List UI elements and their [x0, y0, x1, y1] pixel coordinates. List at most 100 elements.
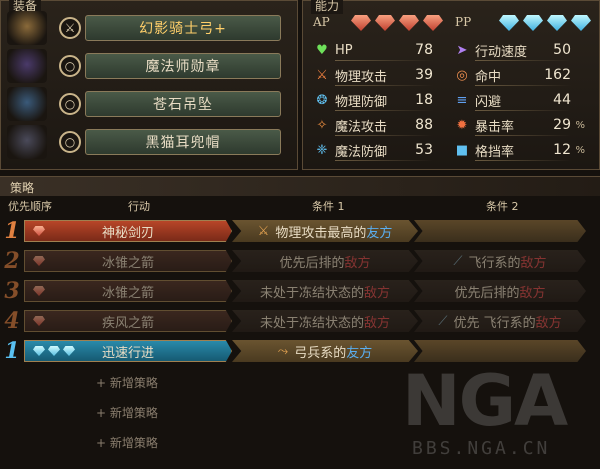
stat-label: 闪避: [475, 94, 502, 110]
condition-2-slot[interactable]: ⟋ 优先 飞行系的 敌方: [414, 310, 586, 332]
equipment-name: 黑猫耳兜帽: [85, 129, 281, 155]
header-priority: 优先顺序: [8, 200, 52, 213]
stat-value: 18: [415, 92, 433, 108]
stats-panel: 能力 AP PP ♥ HP 78 ➤ 行动速度 50 ⚔ 物理攻击 39 ◎ 命中 162 ❂ 物理防御 1…: [302, 0, 600, 170]
condition-1-target: 友方: [346, 345, 373, 361]
condition-1-text: 未处于冻结状态的: [259, 315, 364, 331]
heart-icon: ♥: [316, 42, 328, 58]
condition-2-slot[interactable]: ⟋ 飞行系的 敌方: [414, 250, 586, 272]
header-cond1: 条件 1: [312, 200, 345, 213]
stat-left-1: ⚔ 物理攻击 39: [313, 64, 433, 86]
stats-title: 能力: [311, 0, 344, 14]
stat-left-4: ❈ 魔法防御 53: [313, 139, 433, 161]
hood-image-icon: [7, 125, 47, 159]
stat-unit: %: [575, 144, 585, 156]
priority-number: 2: [4, 248, 20, 274]
stat-divider: [335, 160, 433, 161]
pendant-image-icon: [7, 87, 47, 121]
equipment-slot[interactable]: ○ 魔法师勋章: [7, 49, 285, 83]
stat-label: 魔法防御: [335, 144, 388, 160]
wing-icon: ⟋: [438, 313, 448, 329]
condition-2-target: 敌方: [520, 255, 547, 271]
condition-2-text: 优先 飞行系的: [453, 315, 536, 331]
strategy-row[interactable]: 3 冰锥之箭 未处于冻结状态的 敌方 优先后排的 敌方: [0, 278, 600, 304]
evade-icon: ≡: [456, 92, 468, 108]
stat-label: 暴击率: [475, 119, 515, 135]
stat-right-2: ≡ 闪避 44: [453, 89, 571, 111]
condition-2-target: 敌方: [535, 315, 562, 331]
ap-gem-icon: [351, 15, 371, 31]
strategy-row[interactable]: 1 神秘剑刃 ⚔ 物理攻击最高的 友方: [0, 218, 600, 244]
stat-value: 88: [415, 117, 433, 133]
condition-1-slot[interactable]: ⚔ 物理攻击最高的 友方: [232, 220, 418, 242]
equipment-name: 苍石吊坠: [85, 91, 281, 117]
add-strategy-button[interactable]: + 新增策略: [96, 434, 158, 451]
stat-label: 格挡率: [475, 144, 515, 160]
ring-icon: ○: [59, 93, 81, 115]
equipment-slot[interactable]: ○ 黑猫耳兜帽: [7, 125, 285, 159]
strategy-row[interactable]: 2 冰锥之箭 优先后排的 敌方 ⟋ 飞行系的 敌方: [0, 248, 600, 274]
stat-value: 162: [544, 67, 571, 83]
stat-label: HP: [335, 42, 353, 58]
condition-1-slot[interactable]: 未处于冻结状态的 敌方: [232, 310, 418, 332]
condition-2-target: 敌方: [519, 285, 546, 301]
condition-2-slot[interactable]: [414, 340, 586, 362]
ring-icon: ○: [59, 131, 81, 153]
ring-icon: ○: [59, 55, 81, 77]
watermark-logo: NGA: [402, 360, 568, 442]
add-strategy-button[interactable]: + 新增策略: [96, 374, 158, 391]
equipment-slot[interactable]: ⚔ 幻影骑士弓+: [7, 11, 285, 45]
action-slot[interactable]: 冰锥之箭: [24, 280, 232, 302]
equipment-slot[interactable]: ○ 苍石吊坠: [7, 87, 285, 121]
condition-2-slot[interactable]: 优先后排的 敌方: [414, 280, 586, 302]
action-slot[interactable]: 冰锥之箭: [24, 250, 232, 272]
stat-label: 物理防御: [335, 94, 388, 110]
stat-right-3: ✹ 暴击率 29%: [453, 114, 585, 136]
strategy-title: 策略: [10, 181, 35, 195]
condition-1-target: 敌方: [364, 315, 391, 331]
condition-1-slot[interactable]: ⤳ 弓兵系的 友方: [232, 340, 418, 362]
action-slot[interactable]: 疾风之箭: [24, 310, 232, 332]
stat-value: 50: [553, 42, 571, 58]
condition-1-target: 敌方: [344, 255, 371, 271]
action-slot[interactable]: 神秘剑刃: [24, 220, 232, 242]
stat-right-0: ➤ 行动速度 50: [453, 39, 571, 61]
stat-value: 39: [415, 67, 433, 83]
equipment-name: 魔法师勋章: [85, 53, 281, 79]
pp-label: PP: [455, 15, 472, 29]
action-name: 迅速行进: [101, 345, 154, 361]
stat-value: 44: [553, 92, 571, 108]
ap-gem-icon: [375, 15, 395, 31]
magic-shield-icon: ❈: [316, 142, 328, 158]
stat-divider: [335, 60, 433, 61]
condition-2-text: 飞行系的: [468, 255, 521, 271]
action-slot[interactable]: 迅速行进: [24, 340, 232, 362]
stat-label: 行动速度: [475, 44, 528, 60]
add-strategy-button[interactable]: + 新增策略: [96, 404, 158, 421]
pp-gem-icon: [499, 15, 519, 31]
wand-icon: ✧: [316, 117, 328, 133]
condition-2-slot[interactable]: [414, 220, 586, 242]
strategy-row[interactable]: 4 疾风之箭 未处于冻结状态的 敌方 ⟋ 优先 飞行系的 敌方: [0, 308, 600, 334]
stat-divider: [335, 110, 433, 111]
condition-1-target: 敌方: [364, 285, 391, 301]
header-action: 行动: [128, 200, 150, 213]
ap-label: AP: [313, 15, 330, 29]
stat-unit: %: [575, 119, 585, 131]
crit-icon: ✹: [456, 117, 468, 133]
stat-left-3: ✧ 魔法攻击 88: [313, 114, 433, 136]
action-name: 冰锥之箭: [101, 255, 154, 271]
condition-1-slot[interactable]: 优先后排的 敌方: [232, 250, 418, 272]
stat-divider: [475, 85, 571, 86]
stat-divider: [335, 85, 433, 86]
priority-number: 3: [4, 278, 20, 304]
strategy-bar: 策略: [0, 176, 600, 196]
stat-right-1: ◎ 命中 162: [453, 64, 571, 86]
condition-1-slot[interactable]: 未处于冻结状态的 敌方: [232, 280, 418, 302]
stat-label: 物理攻击: [335, 69, 388, 85]
condition-1-text: 物理攻击最高的: [275, 225, 367, 241]
pp-gems: [499, 15, 595, 31]
ap-gems: [351, 15, 447, 31]
condition-1-text: 弓兵系的: [294, 345, 347, 361]
stat-label: 命中: [475, 69, 502, 85]
